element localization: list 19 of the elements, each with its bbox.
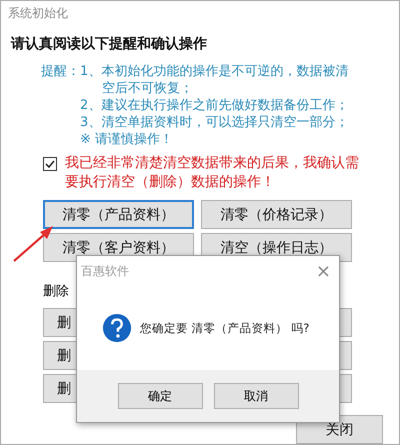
dialog-title: 百惠软件: [81, 262, 129, 280]
heading: 请认真阅读以下提醒和确认操作: [11, 35, 208, 54]
notice-text: 3、清空单据资料时，可以选择只清空一部分；: [80, 114, 350, 131]
dialog-message: 您确定要 清零（产品资料） 吗?: [140, 320, 310, 336]
question-icon: [102, 313, 132, 343]
dialog-button[interactable]: 确定: [118, 383, 202, 409]
notice-text: ※ 请谨慎操作！: [80, 131, 174, 148]
window-title: 系统初始化: [7, 5, 69, 22]
arrow-icon: [12, 223, 54, 263]
notice-text: 2、建议在执行操作之前先做好数据备份工作；: [80, 97, 350, 114]
checkbox[interactable]: [43, 157, 57, 171]
close-button[interactable]: ×: [316, 260, 331, 282]
notice-label: 提醒：: [41, 63, 80, 81]
section-label: 删除: [43, 283, 70, 300]
notice-text: 1、本初始化功能的操作是不可逆的，数据被清空后不可恢复；: [80, 63, 350, 97]
confirm-text: 我已经非常清楚清空数据带来的后果，我确认需要执行清空（删除）数据的操作！: [65, 154, 360, 192]
clear-button[interactable]: 清零（产品资料）: [43, 200, 194, 229]
clear-button[interactable]: 清零（价格记录）: [201, 200, 352, 229]
dialog-button[interactable]: 取消: [214, 383, 298, 409]
